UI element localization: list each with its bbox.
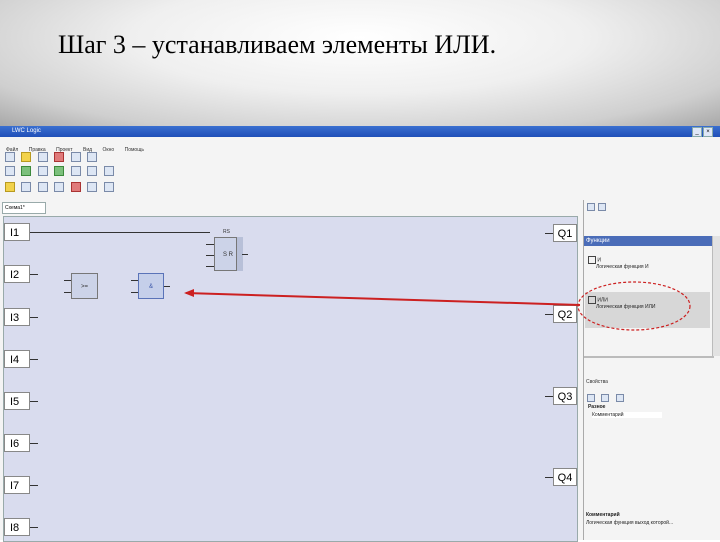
input-i1[interactable]: I1 — [4, 223, 30, 241]
title-bar: LWC Logic _ × — [0, 126, 720, 137]
circuit-canvas[interactable]: I1 I2 I3 I4 I5 I6 I7 I8 Q1 Q2 Q3 Q4 RS S… — [3, 216, 578, 542]
document-tab[interactable]: Схема1* — [2, 202, 46, 214]
input-i3[interactable]: I3 — [4, 308, 30, 326]
minimize-button[interactable]: _ — [692, 127, 702, 137]
list-icon[interactable] — [587, 203, 595, 211]
menu-window[interactable]: Окно — [103, 145, 115, 155]
comment-panel-text: Логическая функция выход которой... — [586, 520, 674, 526]
input-i6[interactable]: I6 — [4, 434, 30, 452]
function-and-name: И — [597, 257, 601, 264]
output-q2[interactable]: Q2 — [553, 305, 577, 323]
simulate-icon[interactable] — [54, 166, 65, 176]
arrows-icon[interactable] — [87, 166, 98, 176]
rs-pin-3 — [206, 266, 214, 267]
block2-out-pin — [164, 286, 170, 287]
stub-i3 — [30, 317, 38, 318]
stub-q3 — [545, 396, 553, 397]
menu-help[interactable]: Помощь — [125, 145, 144, 155]
functions-panel-title: Функции — [584, 236, 720, 246]
logic-block-1[interactable]: >= — [71, 273, 98, 299]
toolbar-third — [4, 180, 115, 192]
panel-toolbar — [586, 202, 719, 211]
stub-q4 — [545, 477, 553, 478]
toolbar-main — [4, 150, 98, 162]
block2-pin-2 — [131, 292, 138, 293]
stub-q2 — [545, 314, 553, 315]
block1-pin-2 — [64, 292, 71, 293]
function-and-desc: Логическая функция И — [596, 264, 649, 270]
function-or-name: ИЛИ — [597, 297, 608, 304]
output-q4[interactable]: Q4 — [553, 468, 577, 486]
input-i5[interactable]: I5 — [4, 392, 30, 410]
cut-icon[interactable] — [54, 152, 65, 162]
rs-out-pin — [242, 254, 248, 255]
input-i8[interactable]: I8 — [4, 518, 30, 536]
category-icon[interactable] — [587, 394, 595, 402]
open-folder-icon[interactable] — [21, 152, 32, 162]
zoom-icon[interactable] — [103, 166, 114, 176]
output-q3[interactable]: Q3 — [553, 387, 577, 405]
layout-icon[interactable] — [103, 182, 114, 192]
function-and-item[interactable]: И Логическая функция И — [588, 256, 708, 270]
input-i7[interactable]: I7 — [4, 476, 30, 494]
stub-i5 — [30, 401, 38, 402]
grid-icon[interactable] — [5, 166, 15, 176]
sort-icon[interactable] — [598, 203, 607, 211]
stub-i4 — [30, 359, 38, 360]
window-title: LWC Logic — [12, 128, 41, 134]
input-i2[interactable]: I2 — [4, 265, 30, 283]
block2-pin-1 — [131, 280, 138, 281]
delete-icon[interactable] — [70, 182, 81, 192]
and-icon — [588, 256, 596, 264]
properties-panel-header: Свойства — [586, 379, 608, 385]
connect-icon[interactable] — [37, 182, 48, 192]
properties-field[interactable]: Комментарий — [592, 412, 662, 418]
wire-i1 — [30, 232, 210, 233]
rs-pin-2 — [206, 255, 214, 256]
stub-i6 — [30, 443, 38, 444]
function-or-item[interactable]: ИЛИ Логическая функция ИЛИ — [588, 296, 708, 310]
menu-bar: Файл Правка Проект Вид Окно Помощь — [0, 138, 700, 153]
input-i4[interactable]: I4 — [4, 350, 30, 368]
new-file-icon[interactable] — [5, 152, 15, 162]
save-icon[interactable] — [37, 152, 48, 162]
function-or-desc: Логическая функция ИЛИ — [596, 304, 656, 310]
block1-pin-1 — [64, 280, 71, 281]
split-icon[interactable] — [54, 182, 65, 192]
page-icon[interactable] — [615, 394, 624, 402]
slide-title: Шаг 3 – устанавливаем элементы ИЛИ. — [58, 30, 497, 59]
or-icon — [588, 296, 596, 304]
run-icon[interactable] — [21, 166, 32, 176]
slide-header: Шаг 3 – устанавливаем элементы ИЛИ. — [0, 0, 720, 126]
text-icon[interactable] — [5, 182, 15, 192]
align-icon[interactable] — [87, 182, 98, 192]
scrollbar-h[interactable] — [584, 356, 714, 358]
stub-i8 — [30, 527, 38, 528]
or-block-selected[interactable]: & — [138, 273, 164, 299]
properties-toolbar — [586, 390, 626, 402]
paste-icon[interactable] — [87, 152, 98, 162]
rs-pin-1 — [206, 244, 214, 245]
copy-icon[interactable] — [70, 152, 81, 162]
close-button[interactable]: × — [703, 127, 713, 137]
rs-header: RS — [223, 229, 230, 235]
output-q1[interactable]: Q1 — [553, 224, 577, 242]
right-panel: Функции И Логическая функция И ИЛИ Логич… — [583, 200, 720, 540]
stub-i2 — [30, 274, 38, 275]
transfer-icon[interactable] — [70, 166, 81, 176]
stub-i7 — [30, 485, 38, 486]
properties-group: Разное — [588, 404, 606, 410]
select-icon[interactable] — [21, 182, 32, 192]
app-window: LWC Logic _ × Файл Правка Проект Вид Окн… — [0, 126, 720, 542]
monitor-icon[interactable] — [37, 166, 48, 176]
alpha-icon[interactable] — [601, 394, 610, 402]
stub-q1 — [545, 233, 553, 234]
toolbar-second — [4, 164, 115, 176]
comment-panel-title: Комментарий — [586, 512, 620, 518]
scrollbar-v[interactable] — [712, 236, 720, 356]
